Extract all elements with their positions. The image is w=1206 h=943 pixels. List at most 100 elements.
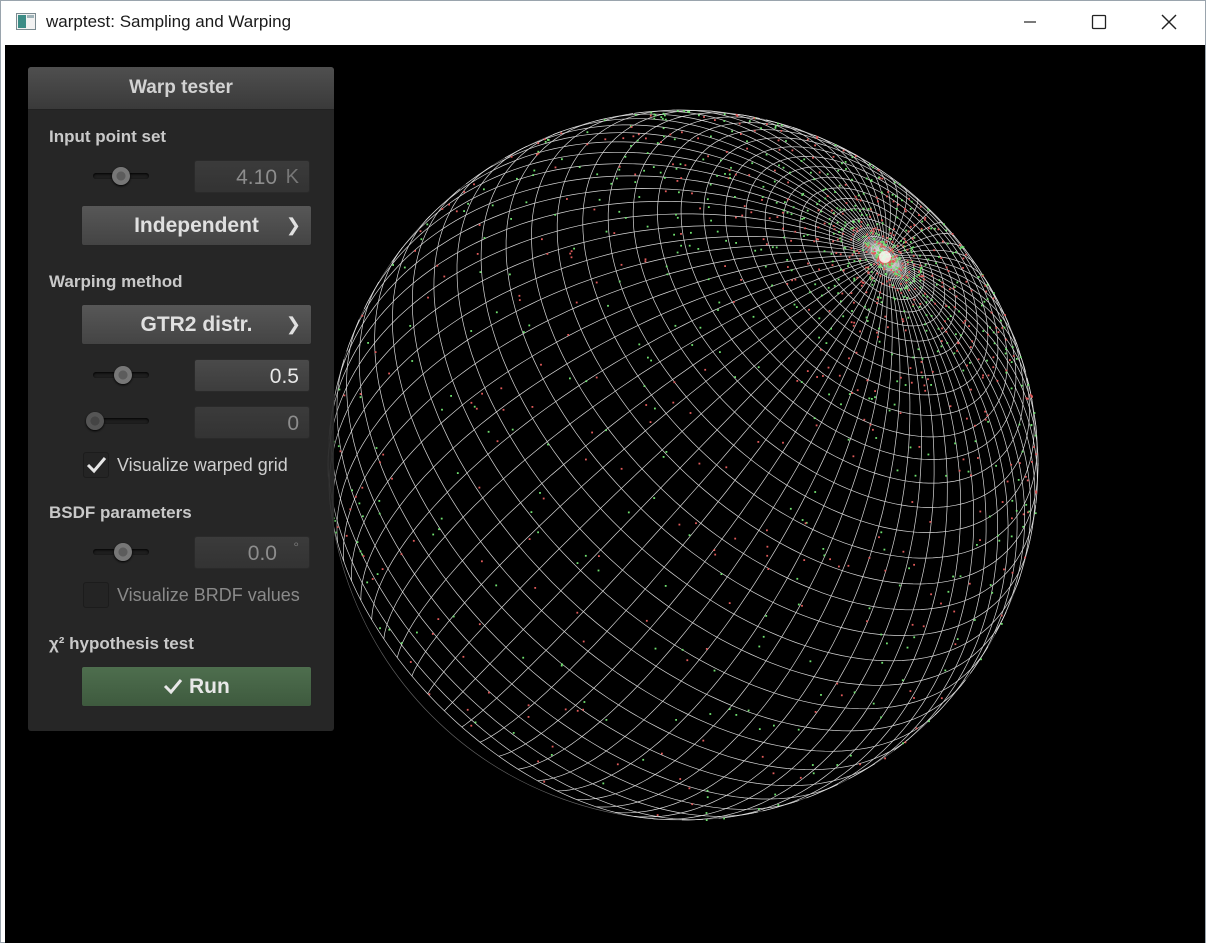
sample-point [496, 440, 499, 443]
sample-point [812, 772, 815, 775]
sample-point [703, 116, 705, 118]
sample-point [676, 251, 679, 254]
sample-point [371, 578, 374, 580]
sample-point [760, 127, 762, 130]
sample-point [920, 267, 922, 269]
sample-point [888, 228, 891, 231]
app-window-icon [16, 13, 36, 30]
sample-point [664, 118, 667, 121]
slider-knob[interactable] [114, 366, 132, 384]
sample-point [522, 656, 525, 659]
sample-point [908, 197, 910, 200]
sample-point [586, 143, 589, 146]
sample-point [886, 195, 888, 198]
sample-point [982, 374, 984, 377]
sample-point [903, 237, 906, 240]
sample-point [659, 171, 662, 174]
sample-point [924, 389, 927, 392]
sample-point [1034, 512, 1037, 515]
sample-point [877, 336, 879, 338]
visualize-grid-checkbox[interactable] [83, 452, 109, 478]
sample-point [974, 424, 976, 427]
minimize-button[interactable] [1000, 1, 1060, 43]
render-viewport[interactable]: Warp tester Input point set 4.10 K Indep… [5, 45, 1205, 943]
sample-point [543, 780, 546, 783]
sample-point [543, 138, 546, 141]
sample-point [716, 230, 719, 233]
sample-point [912, 246, 915, 249]
grid-line [681, 256, 935, 821]
bsdf-angle-slider[interactable] [93, 543, 149, 561]
sample-point [891, 193, 894, 196]
panel-title[interactable]: Warp tester [28, 67, 334, 110]
slider-knob[interactable] [114, 543, 132, 561]
sample-point [907, 230, 910, 233]
sample-point [689, 412, 692, 414]
sample-point [483, 237, 486, 239]
sample-point [974, 440, 977, 443]
sample-point [960, 246, 963, 249]
sample-point [632, 135, 635, 138]
sample-point [983, 300, 986, 303]
sample-point [676, 110, 679, 112]
sample-point [618, 168, 621, 171]
sample-point [1025, 397, 1028, 399]
sample-point [857, 219, 860, 222]
param1-field[interactable]: 0.5 [194, 359, 310, 392]
close-button[interactable] [1139, 1, 1199, 43]
visualize-brdf-checkbox[interactable] [83, 582, 109, 608]
sample-point [570, 256, 573, 259]
sample-point [706, 789, 709, 792]
sample-point [879, 291, 882, 294]
sample-point [817, 226, 820, 229]
sample-point [337, 445, 340, 448]
sample-point [913, 636, 916, 639]
title-bar[interactable]: warptest: Sampling and Warping [1, 1, 1205, 43]
param1-slider[interactable] [93, 366, 149, 384]
warping-method-dropdown[interactable]: GTR2 distr. ❯ [81, 304, 312, 345]
sample-point [630, 145, 632, 147]
sample-point [645, 137, 647, 140]
sample-point [473, 405, 476, 408]
slider-knob[interactable] [112, 167, 130, 185]
sample-point [887, 326, 889, 329]
sample-point [910, 381, 913, 384]
sample-point [877, 200, 879, 203]
sample-point [865, 266, 867, 269]
sample-point [871, 398, 873, 400]
sample-point [502, 408, 505, 411]
sample-point [582, 640, 585, 643]
sample-point [879, 296, 882, 299]
sample-point [583, 701, 586, 703]
sample-point [766, 554, 769, 557]
sample-point [789, 507, 792, 510]
sample-point [528, 538, 531, 540]
sample-point [634, 114, 637, 116]
sample-point [878, 229, 881, 231]
point-count-slider[interactable] [93, 167, 149, 185]
sample-point [753, 129, 756, 132]
sample-point [919, 264, 921, 267]
sample-point [944, 669, 947, 672]
sample-point [948, 306, 950, 309]
sample-point [757, 441, 760, 443]
sample-point [379, 627, 381, 630]
maximize-button[interactable] [1069, 1, 1129, 43]
sample-point [854, 204, 857, 207]
checkmark-icon [86, 457, 107, 474]
sample-point [1003, 568, 1005, 571]
sample-point [1028, 510, 1031, 513]
visualize-grid-label[interactable]: Visualize warped grid [117, 455, 288, 476]
run-test-button[interactable]: Run [81, 666, 312, 707]
sample-point [1033, 412, 1036, 414]
visualize-brdf-label[interactable]: Visualize BRDF values [117, 585, 300, 606]
sample-point [981, 376, 984, 379]
sample-point [872, 702, 875, 705]
point-set-dropdown[interactable]: Independent ❯ [81, 205, 312, 246]
sample-point [918, 214, 920, 216]
sample-point [688, 534, 691, 537]
sample-point [803, 235, 805, 237]
sample-point [930, 227, 933, 230]
sample-point [851, 253, 854, 256]
sample-point [450, 395, 452, 397]
